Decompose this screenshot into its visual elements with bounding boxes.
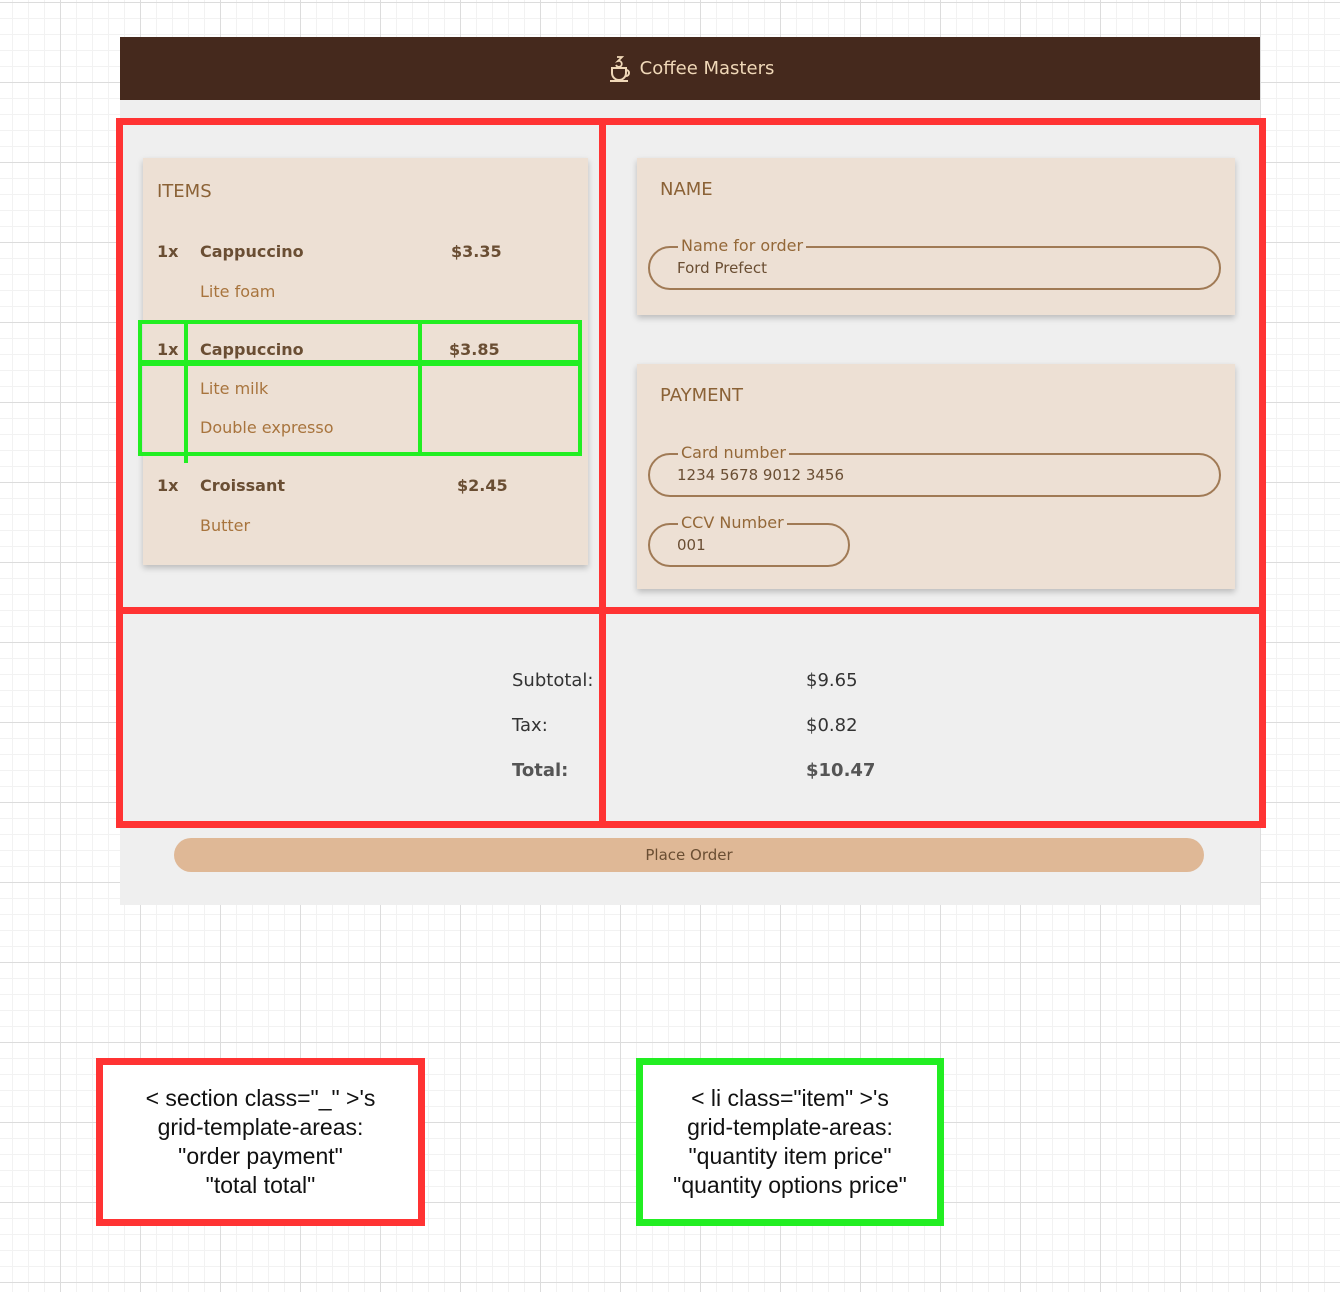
section-legend-line: grid-template-areas: [157,1114,364,1140]
app-title: Coffee Masters [639,58,775,79]
item-legend-line: "quantity options price" [673,1172,907,1198]
coffee-cup-icon [606,54,634,84]
item-grid-quantity-divider [184,320,188,463]
section-grid-column-divider [599,122,606,822]
item-grid-outline-bottom [138,362,582,456]
section-legend-line: "order payment" [178,1143,343,1169]
place-order-button[interactable]: Place Order [174,838,1204,872]
item-legend-line: grid-template-areas: [687,1114,893,1140]
item-legend-line: "quantity item price" [688,1143,892,1169]
section-grid-row-divider [120,607,1260,614]
section-legend-line: "total total" [205,1172,316,1198]
item-legend-line: < li class="item" >'s [691,1085,889,1111]
item-grid-price-divider [418,320,422,456]
item-legend: < li class="item" >'s grid-template-area… [636,1058,944,1226]
app-header: Coffee Masters [120,37,1260,100]
section-legend: < section class="_" >'s grid-template-ar… [96,1058,425,1226]
section-legend-line: < section class="_" >'s [145,1085,376,1111]
item-grid-outline-top [138,320,582,364]
section-grid-outline [116,118,1266,828]
